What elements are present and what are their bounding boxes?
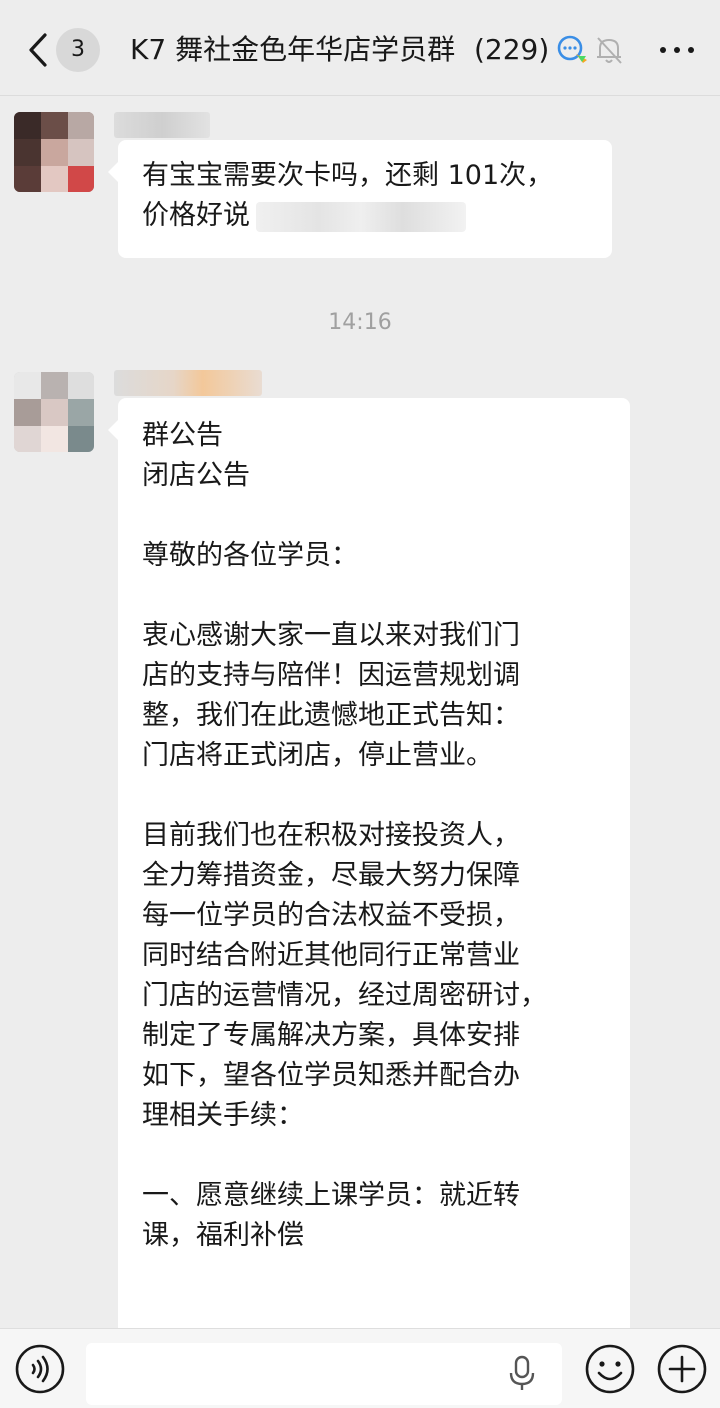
announcement-line: 门店将正式闭店，停止营业。 [142,740,493,771]
back-chevron-icon [29,33,47,67]
more-dot [688,47,694,53]
announcement-line: 理相关手续： [142,1100,304,1131]
timestamp: 14:16 [328,310,392,335]
announcement-text: 群公告闭店公告尊敬的各位学员： 衷心感谢大家一直以来对我们门 店的支持与陪伴！因运营… [142,416,606,1256]
announcement-blank-line [142,576,606,616]
blurred-content [256,201,466,232]
announcement-line: 闭店公告 [142,460,250,491]
announcement-blank-line [142,1136,606,1176]
sender-avatar[interactable] [14,372,94,452]
mute-bell-icon[interactable] [594,34,624,66]
announcement-line: 每一位学员的合法权益不受损， [142,900,520,931]
announcement-line: 课，福利补偿 [142,1220,304,1251]
message-bubble[interactable]: 有宝宝需要次卡吗，还剩 101次， 价格好说 [108,140,612,258]
announcement-line: 全力筹措资金，尽最大努力保障 [142,860,520,891]
plus-icon[interactable] [656,1343,708,1395]
sender-name-blurred [114,370,262,396]
message-text: 价格好说 [142,200,250,231]
microphone-icon[interactable] [506,1353,538,1393]
announcement-blank-line [142,496,606,536]
voice-icon[interactable] [14,1343,66,1395]
sender-name-blurred [114,112,210,138]
announcement-line: 如下，望各位学员知悉并配合办 [142,1060,520,1091]
announcement-line: 尊敬的各位学员： [142,540,358,571]
emoji-icon[interactable] [584,1343,636,1395]
chat-header: 3 K7 舞社金色年华店学员群 (229) [0,0,720,96]
message-text: 有宝宝需要次卡吗，还剩 101次， [142,160,554,191]
announcement-blank-line [142,776,606,816]
more-dot [674,47,680,53]
more-options-button[interactable] [654,34,700,66]
input-bar [0,1328,720,1408]
announcement-line: 同时结合附近其他同行正常营业 [142,940,520,971]
announcement-line: 衷心感谢大家一直以来对我们门 [142,620,520,651]
announcement-line: 群公告 [142,420,223,451]
announcement-line: 店的支持与陪伴！因运营规划调 [142,660,520,691]
announcement-line: 目前我们也在积极对接投资人， [142,820,520,851]
member-count: (229) [472,28,550,72]
announcement-bubble[interactable]: 群公告闭店公告尊敬的各位学员： 衷心感谢大家一直以来对我们门 店的支持与陪伴！因运营… [108,398,630,1338]
unread-count-badge[interactable]: 3 [56,28,100,72]
announcement-line: 整，我们在此遗憾地正式告知： [142,700,520,731]
message-input[interactable] [86,1343,562,1405]
back-button[interactable] [18,28,58,72]
announcement-line: 一、愿意继续上课学员：就近转 [142,1180,520,1211]
message-text-line: 价格好说 [142,196,588,236]
announcement-line: 门店的运营情况，经过周密研讨， [142,980,547,1011]
sender-avatar[interactable] [14,112,94,192]
announcement-line: 制定了专属解决方案，具体安排 [142,1020,520,1051]
group-chat-icon[interactable] [556,34,590,66]
more-dots-icon [660,47,666,53]
